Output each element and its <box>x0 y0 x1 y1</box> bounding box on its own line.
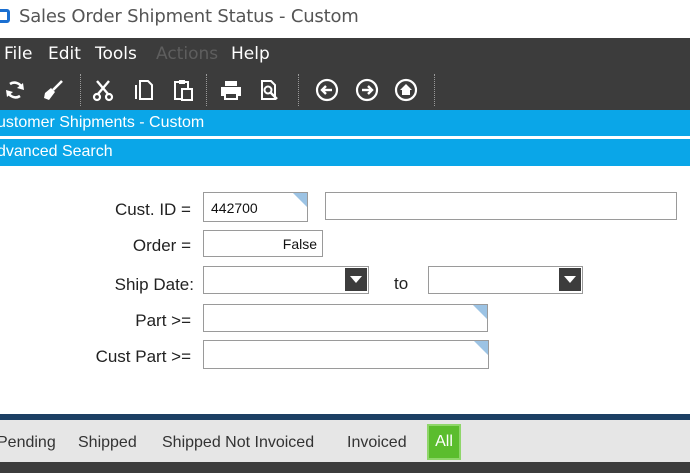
lookup-corner-icon <box>474 341 488 355</box>
cust-name-input[interactable] <box>325 192 677 220</box>
toolbar <box>0 68 690 112</box>
ship-date-to-input[interactable] <box>428 266 583 294</box>
ship-date-from-input[interactable] <box>203 266 369 294</box>
refresh-icon[interactable] <box>2 77 28 103</box>
menu-edit[interactable]: Edit <box>48 44 81 64</box>
section-title: ustomer Shipments - Custom <box>0 114 205 131</box>
filter-pending[interactable]: Pending <box>0 434 56 452</box>
clear-icon[interactable] <box>40 77 66 103</box>
filter-bar: Pending Shipped Shipped Not Invoiced Inv… <box>0 420 690 462</box>
advanced-search-bar[interactable]: dvanced Search <box>0 139 690 166</box>
cust-id-label: Cust. ID = <box>114 200 191 219</box>
part-input[interactable] <box>203 304 488 332</box>
menu-help[interactable]: Help <box>231 44 270 64</box>
cust-part-label: Cust Part >= <box>95 347 191 366</box>
part-label: Part >= <box>135 311 191 330</box>
ship-date-from-dropdown[interactable] <box>345 268 367 291</box>
advanced-search-label: dvanced Search <box>0 143 113 160</box>
bottom-strip <box>0 462 690 473</box>
menu-bar: File Edit Tools Actions Help <box>0 38 690 68</box>
filter-shipped-not-invoiced[interactable]: Shipped Not Invoiced <box>162 434 314 452</box>
order-label: Order = <box>132 236 191 255</box>
to-label: to <box>394 274 409 293</box>
filter-shipped[interactable]: Shipped <box>78 434 137 452</box>
cust-id-input[interactable]: 442700 <box>203 192 308 222</box>
search-form: Cust. ID = 442700 Order = False Ship Dat… <box>0 166 690 415</box>
back-icon[interactable] <box>314 77 340 103</box>
filter-all[interactable]: All <box>427 424 461 460</box>
chevron-down-icon <box>564 276 576 283</box>
window-title: Sales Order Shipment Status - Custom <box>19 6 359 27</box>
order-input[interactable]: False <box>203 230 323 257</box>
lookup-corner-icon <box>473 305 487 319</box>
menu-file[interactable]: File <box>4 44 32 64</box>
filter-invoiced[interactable]: Invoiced <box>347 434 407 452</box>
forward-icon[interactable] <box>354 77 380 103</box>
copy-icon[interactable] <box>131 77 157 103</box>
chevron-down-icon <box>350 276 362 283</box>
app-icon <box>0 9 10 23</box>
ship-date-label: Ship Date: <box>114 275 194 294</box>
paste-icon[interactable] <box>170 77 196 103</box>
home-icon[interactable] <box>393 77 419 103</box>
title-bar: Sales Order Shipment Status - Custom <box>0 0 690 38</box>
section-header: ustomer Shipments - Custom <box>0 110 690 136</box>
ship-date-to-dropdown[interactable] <box>559 268 581 291</box>
print-preview-icon[interactable] <box>256 77 282 103</box>
lookup-corner-icon <box>293 193 307 207</box>
cut-icon[interactable] <box>90 77 116 103</box>
menu-tools[interactable]: Tools <box>95 44 137 64</box>
print-icon[interactable] <box>218 77 244 103</box>
cust-part-input[interactable] <box>203 340 489 369</box>
menu-actions: Actions <box>156 44 219 64</box>
